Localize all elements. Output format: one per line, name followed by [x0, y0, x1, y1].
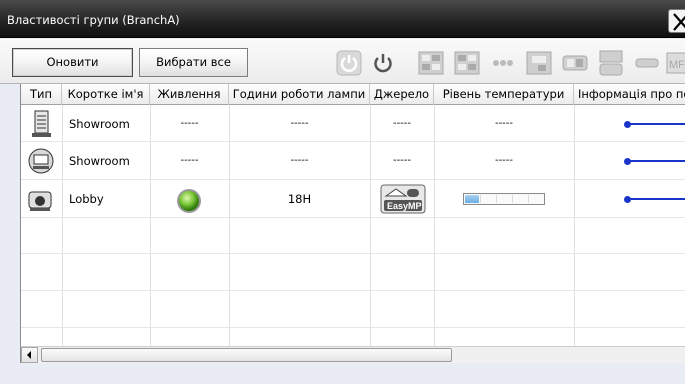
- toolbar: Оновити Вибрати все MF: [0, 39, 685, 84]
- source-usb-icon: [526, 51, 552, 75]
- row-name: Showroom: [69, 154, 130, 168]
- source-hdmi-button[interactable]: [632, 48, 662, 78]
- source-computer-button[interactable]: [416, 48, 446, 78]
- column-header-type[interactable]: Тип: [21, 84, 62, 105]
- info-connector-line: [628, 160, 685, 162]
- source-ab-button[interactable]: [560, 48, 590, 78]
- refresh-button[interactable]: Оновити: [12, 48, 133, 77]
- source-mb-label: MF: [669, 59, 685, 71]
- row-temperature: -----: [494, 155, 514, 166]
- source-usb-button[interactable]: [524, 48, 554, 78]
- source-network-icon: [493, 60, 513, 66]
- scroll-left-button[interactable]: [21, 347, 38, 363]
- row-lamp-hours: -----: [290, 118, 309, 129]
- column-header-temperature[interactable]: Рівень температури: [434, 84, 574, 105]
- easymp-source-icon: EasyMP: [380, 184, 426, 214]
- row-power: -----: [180, 118, 199, 129]
- source-computer-icon: [418, 51, 444, 75]
- power-status-icon: [177, 189, 201, 213]
- info-connector-line: [628, 198, 685, 200]
- projector-list: Тип Коротке ім'я Живлення Години роботи …: [20, 84, 685, 346]
- power-off-button[interactable]: [368, 48, 398, 78]
- row-name: Showroom: [69, 117, 130, 131]
- column-header-source[interactable]: Джерело: [370, 84, 434, 105]
- source-cycle-icon: [599, 50, 623, 76]
- info-connector-line: [628, 123, 685, 125]
- source-mb-icon: MF: [666, 52, 685, 74]
- row-name: Lobby: [69, 192, 104, 206]
- source-video-icon: [454, 51, 480, 75]
- row-source: -----: [392, 118, 412, 129]
- power-off-icon: [374, 54, 392, 73]
- easymp-label: EasyMP: [387, 201, 422, 211]
- column-header-power[interactable]: Живлення: [150, 84, 229, 105]
- horizontal-scrollbar[interactable]: [20, 346, 685, 363]
- arrow-left-icon: [27, 351, 31, 359]
- temperature-level-fill: [465, 195, 479, 203]
- scroll-thumb[interactable]: [41, 348, 452, 362]
- source-network-button[interactable]: [488, 48, 518, 78]
- row-lamp-hours: -----: [290, 155, 309, 166]
- group-properties-window: Властивості групи (BranchA) Оновити Вибр…: [0, 0, 685, 384]
- table-header: Тип Коротке ім'я Живлення Години роботи …: [21, 84, 685, 105]
- source-video-button[interactable]: [452, 48, 482, 78]
- temperature-level-bar: [463, 193, 545, 205]
- column-header-lamp-hours[interactable]: Години роботи лампи: [229, 84, 370, 105]
- column-header-name[interactable]: Коротке ім'я: [62, 84, 150, 105]
- power-on-button[interactable]: [334, 48, 364, 78]
- title-bar: Властивості групи (BranchA): [0, 0, 685, 38]
- source-ab-icon: [562, 55, 588, 71]
- row-temperature: -----: [494, 118, 514, 129]
- window-title: Властивості групи (BranchA): [7, 13, 180, 27]
- source-hdmi-icon: [635, 58, 659, 68]
- select-all-button[interactable]: Вибрати все: [139, 48, 248, 77]
- projector-small-icon: [28, 191, 52, 211]
- row-power: -----: [180, 155, 199, 166]
- projector-rounded-icon: [28, 148, 54, 174]
- close-button[interactable]: [668, 9, 685, 33]
- row-lamp-hours: 18H: [287, 192, 312, 206]
- column-header-info[interactable]: Інформація про по: [574, 84, 685, 105]
- close-icon: [673, 13, 685, 31]
- tower-projector-icon: [32, 110, 51, 137]
- source-mb-button[interactable]: MF: [666, 48, 685, 78]
- power-on-icon: [336, 50, 362, 76]
- row-source: -----: [392, 155, 412, 166]
- source-cycle-button[interactable]: [596, 48, 626, 78]
